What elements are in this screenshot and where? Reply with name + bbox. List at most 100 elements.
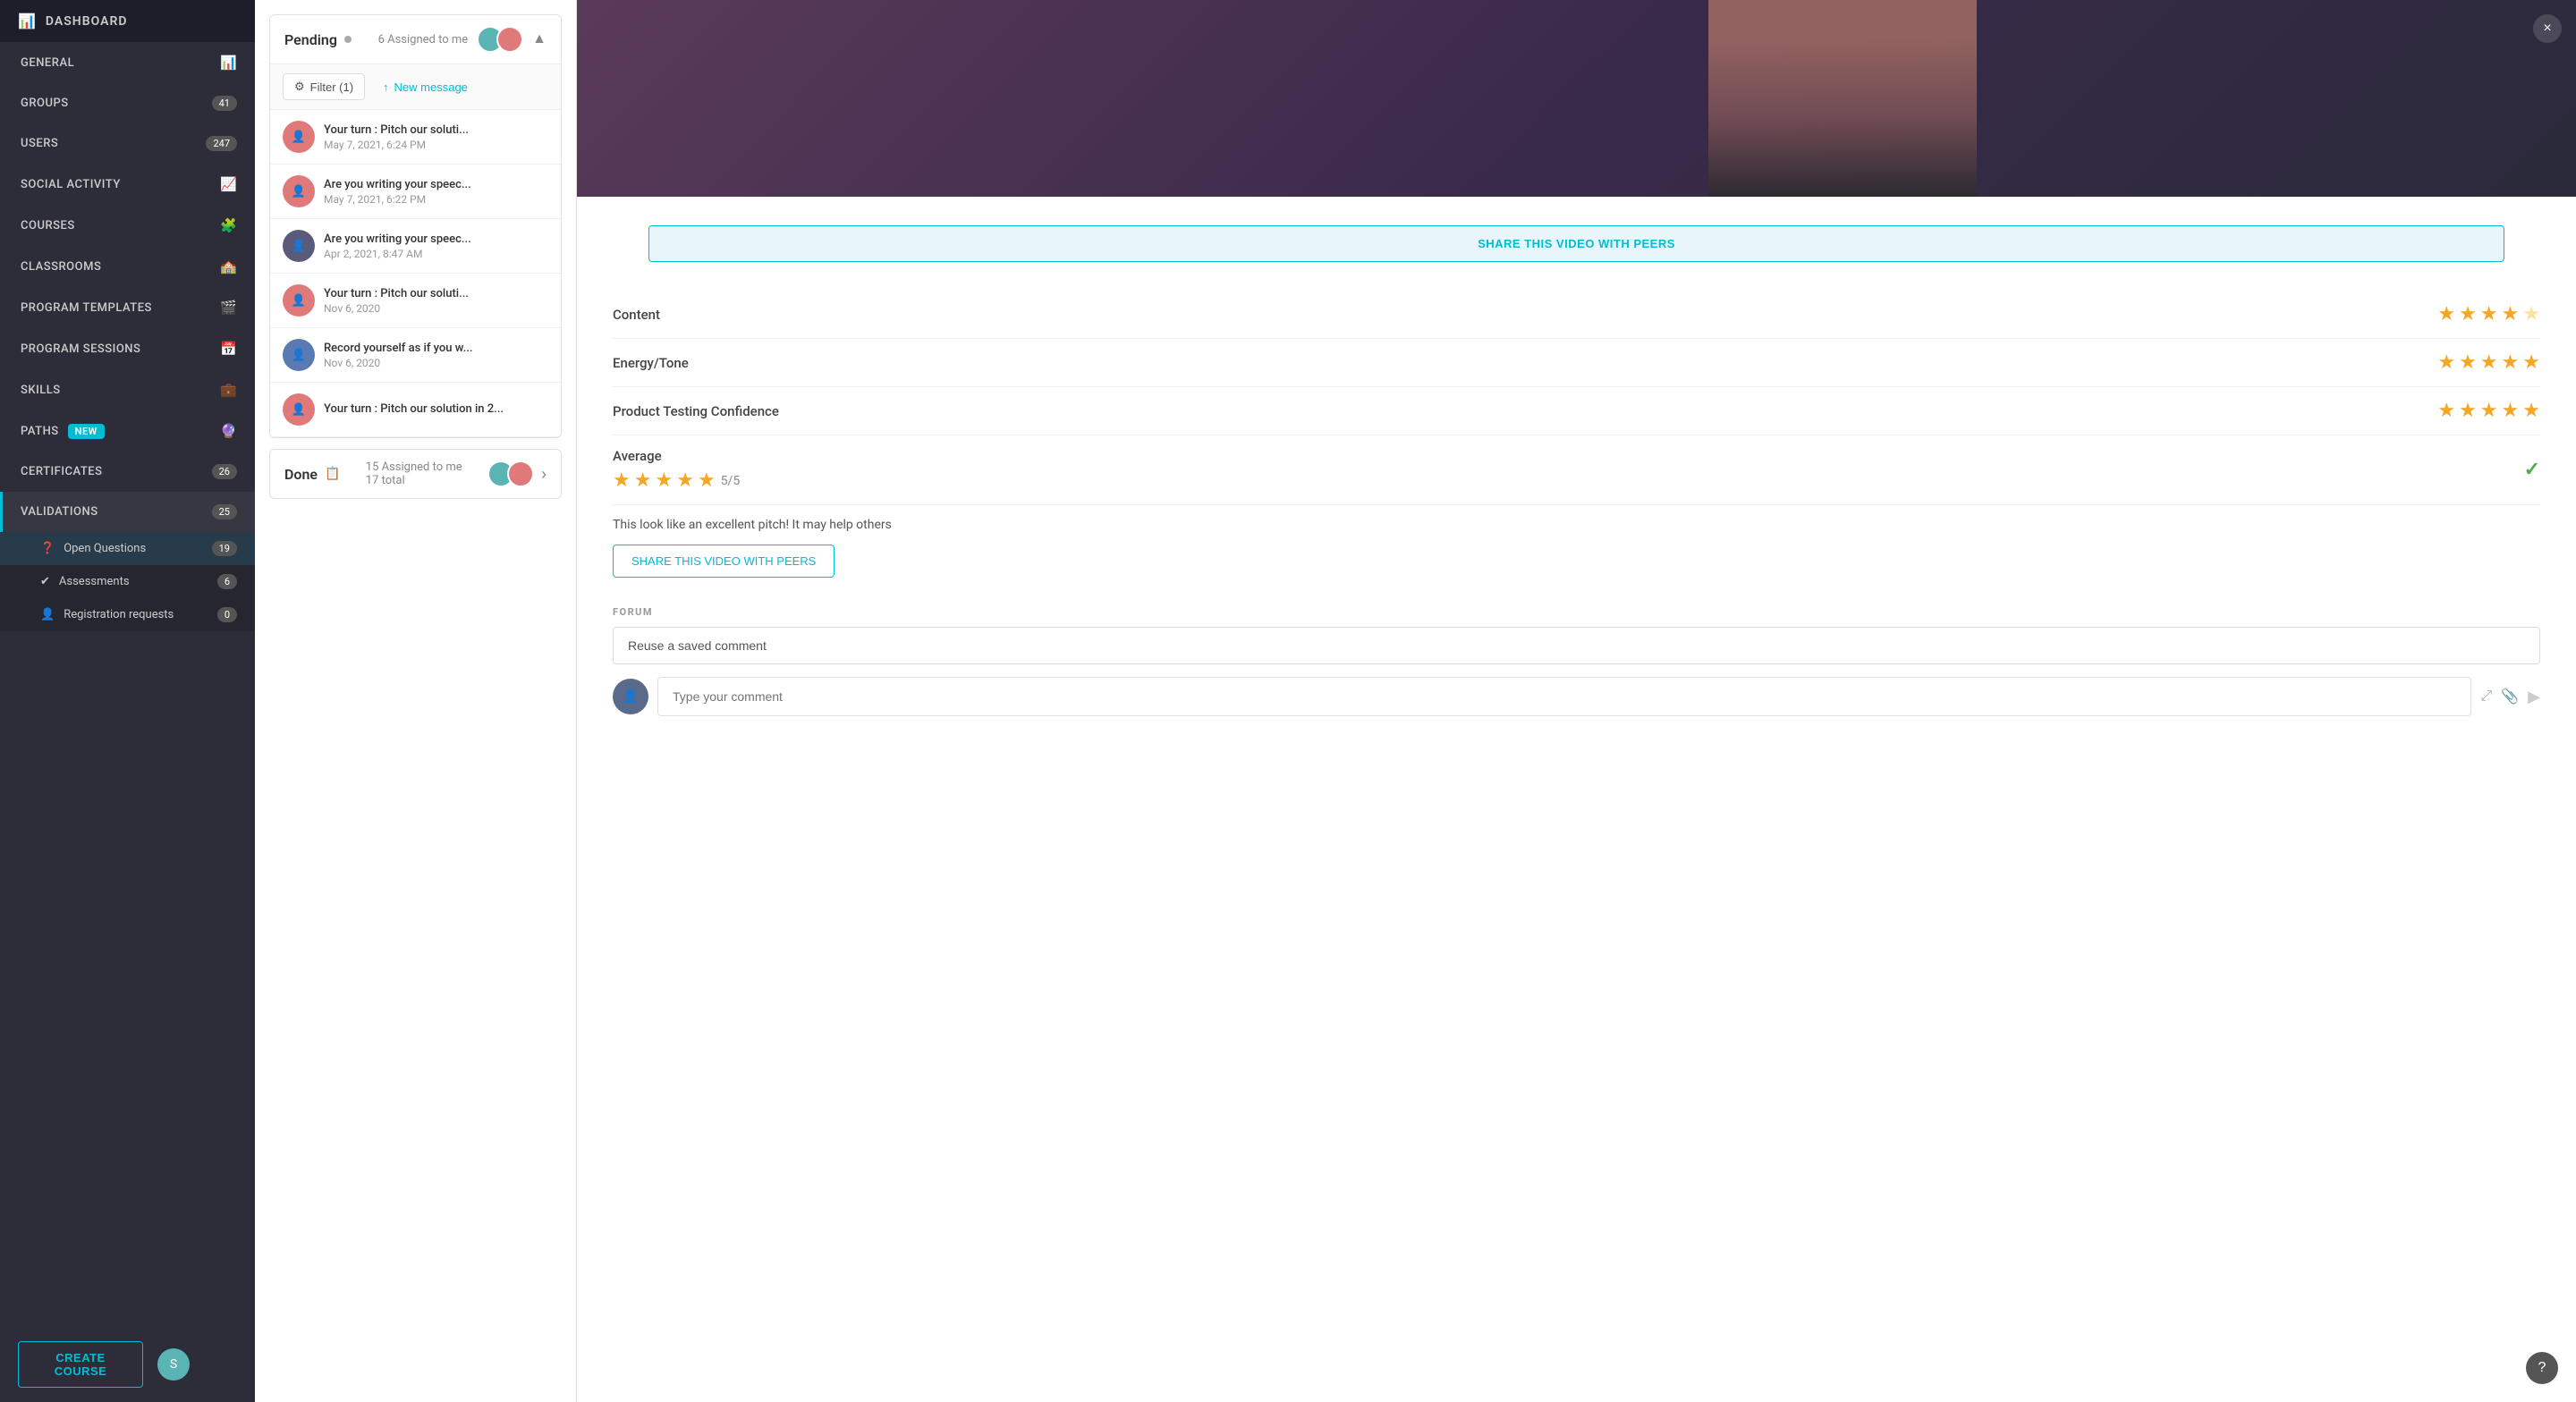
users-label: USERS <box>21 137 58 150</box>
program-templates-label: PROGRAM TEMPLATES <box>21 301 152 315</box>
validations-badge: 25 <box>212 504 237 519</box>
video-area: × <box>577 0 2576 197</box>
sidebar-title: DASHBOARD <box>46 14 128 29</box>
social-label: SOCIAL ACTIVITY <box>21 178 121 191</box>
skills-icon: 💼 <box>220 382 237 398</box>
paths-icon: 🔮 <box>220 423 237 439</box>
sidebar-sub-open-questions[interactable]: ❓ Open Questions 19 <box>0 532 255 565</box>
assessments-icon: ✔ <box>40 575 50 588</box>
star-3: ★ <box>2480 303 2498 325</box>
new-message-button[interactable]: ↑ New message <box>372 75 479 99</box>
forum-section: FORUM Reuse a saved comment 👤 ⤢ 📎 ▶ <box>577 606 2576 734</box>
sidebar-item-validations[interactable]: VALIDATIONS 25 <box>0 492 255 532</box>
sidebar-item-program-templates[interactable]: PROGRAM TEMPLATES 🎬 <box>0 287 255 328</box>
msg-title-4: Your turn : Pitch our soluti... <box>324 287 548 300</box>
sidebar-item-users[interactable]: USERS 247 <box>0 123 255 164</box>
pitch-note: This look like an excellent pitch! It ma… <box>613 505 2540 545</box>
msg-title-6: Your turn : Pitch our solution in 2... <box>324 402 548 416</box>
message-item[interactable]: 👤 Record yourself as if you w... Nov 6, … <box>270 328 561 383</box>
avg-star-2: ★ <box>634 469 652 492</box>
content-rating-label: Content <box>613 307 774 323</box>
groups-badge: 41 <box>212 96 237 111</box>
sidebar-sub-assessments[interactable]: ✔ Assessments 6 <box>0 565 255 598</box>
pending-dot <box>344 36 352 43</box>
attach-icon[interactable]: 📎 <box>2501 688 2519 705</box>
confidence-rating-row: Product Testing Confidence ★ ★ ★ ★ ★ <box>613 387 2540 435</box>
confidence-stars: ★ ★ ★ ★ ★ <box>2437 400 2540 422</box>
open-questions-label: Open Questions <box>64 542 146 555</box>
registration-label: Registration requests <box>64 608 174 621</box>
right-panel: × SHARE THIS VIDEO WITH PEERS Content ★ … <box>577 0 2576 1402</box>
energy-rating-label: Energy/Tone <box>613 355 774 371</box>
registration-badge: 0 <box>217 607 237 622</box>
sidebar-item-paths[interactable]: PATHS NEW 🔮 <box>0 410 255 452</box>
comment-actions: ⤢ 📎 ▶ <box>2480 688 2540 706</box>
star-1: ★ <box>2437 400 2455 422</box>
paths-label: PATHS <box>21 425 59 438</box>
new-message-label: New message <box>394 80 468 94</box>
message-list: 👤 Your turn : Pitch our soluti... May 7,… <box>270 110 561 437</box>
pending-collapse-button[interactable]: ▲ <box>532 31 547 47</box>
dashboard-icon: 📊 <box>18 13 37 30</box>
forum-label: FORUM <box>613 606 2540 618</box>
done-expand-button[interactable]: › <box>541 465 547 484</box>
pending-assigned: 6 Assigned to me <box>378 33 469 46</box>
program-sessions-icon: 📅 <box>220 341 237 357</box>
help-button[interactable]: ? <box>2526 1352 2558 1384</box>
message-item[interactable]: 👤 Your turn : Pitch our soluti... May 7,… <box>270 110 561 165</box>
message-item[interactable]: 👤 Are you writing your speec... Apr 2, 2… <box>270 219 561 274</box>
users-badge: 247 <box>206 136 237 151</box>
done-avatar-2 <box>507 460 534 487</box>
sidebar-item-groups[interactable]: GROUPS 41 <box>0 83 255 123</box>
saved-comment-select[interactable]: Reuse a saved comment <box>613 627 2540 664</box>
average-label: Average <box>613 448 740 464</box>
star-4: ★ <box>2502 400 2520 422</box>
comment-input[interactable] <box>657 677 2471 716</box>
registration-icon: 👤 <box>40 608 55 621</box>
message-item[interactable]: 👤 Are you writing your speec... May 7, 2… <box>270 165 561 219</box>
program-sessions-label: PROGRAM SESSIONS <box>21 342 140 356</box>
sidebar-item-general[interactable]: GENERAL 📊 <box>0 42 255 83</box>
done-assigned: 15 Assigned to me <box>366 460 462 474</box>
msg-avatar-4: 👤 <box>283 284 315 317</box>
sidebar-item-social[interactable]: SOCIAL ACTIVITY 📈 <box>0 164 255 205</box>
sidebar-item-program-sessions[interactable]: PROGRAM SESSIONS 📅 <box>0 328 255 369</box>
msg-avatar-6: 👤 <box>283 393 315 426</box>
courses-icon: 🧩 <box>220 217 237 233</box>
done-header: Done 📋 15 Assigned to me 17 total › <box>270 450 561 498</box>
sidebar-item-courses[interactable]: COURSES 🧩 <box>0 205 255 246</box>
video-person <box>1708 0 1977 197</box>
star-4: ★ <box>2502 303 2520 325</box>
sidebar-item-certificates[interactable]: CERTIFICATES 26 <box>0 452 255 492</box>
create-course-button[interactable]: CREATE COURSE <box>18 1341 143 1388</box>
content-stars: ★ ★ ★ ★ ★ <box>2437 303 2540 325</box>
expand-icon[interactable]: ⤢ <box>2480 688 2492 705</box>
average-stars: ★ ★ ★ ★ ★ <box>613 469 716 492</box>
msg-avatar-1: 👤 <box>283 121 315 153</box>
star-5: ★ <box>2522 303 2540 325</box>
avg-star-4: ★ <box>676 469 694 492</box>
close-button[interactable]: × <box>2533 14 2562 43</box>
message-item[interactable]: 👤 Your turn : Pitch our solution in 2... <box>270 383 561 437</box>
filter-bar: ⚙ Filter (1) ↑ New message <box>270 64 561 110</box>
share-video-top-button[interactable]: SHARE THIS VIDEO WITH PEERS <box>648 225 2504 262</box>
share-peers-button[interactable]: SHARE THIS VIDEO WITH PEERS <box>613 545 835 578</box>
send-button[interactable]: ▶ <box>2528 688 2540 706</box>
social-icon: 📈 <box>220 176 237 192</box>
filter-button[interactable]: ⚙ Filter (1) <box>283 73 365 100</box>
star-2: ★ <box>2459 400 2477 422</box>
classrooms-label: CLASSROOMS <box>21 260 101 274</box>
paths-new-badge: NEW <box>68 424 105 439</box>
sidebar-sub-registration[interactable]: 👤 Registration requests 0 <box>0 598 255 631</box>
done-avatars <box>487 460 534 487</box>
message-item[interactable]: 👤 Your turn : Pitch our soluti... Nov 6,… <box>270 274 561 328</box>
avg-star-3: ★ <box>655 469 673 492</box>
skills-label: SKILLS <box>21 384 61 397</box>
sidebar-footer: CREATE COURSE S <box>0 1327 255 1402</box>
sidebar-item-classrooms[interactable]: CLASSROOMS 🏫 <box>0 246 255 287</box>
average-row: Average ★ ★ ★ ★ ★ 5/5 ✓ <box>613 435 2540 505</box>
msg-date-3: Apr 2, 2021, 8:47 AM <box>324 248 548 260</box>
msg-title-2: Are you writing your speec... <box>324 178 548 191</box>
filter-label: Filter (1) <box>310 80 353 94</box>
sidebar-item-skills[interactable]: SKILLS 💼 <box>0 369 255 410</box>
